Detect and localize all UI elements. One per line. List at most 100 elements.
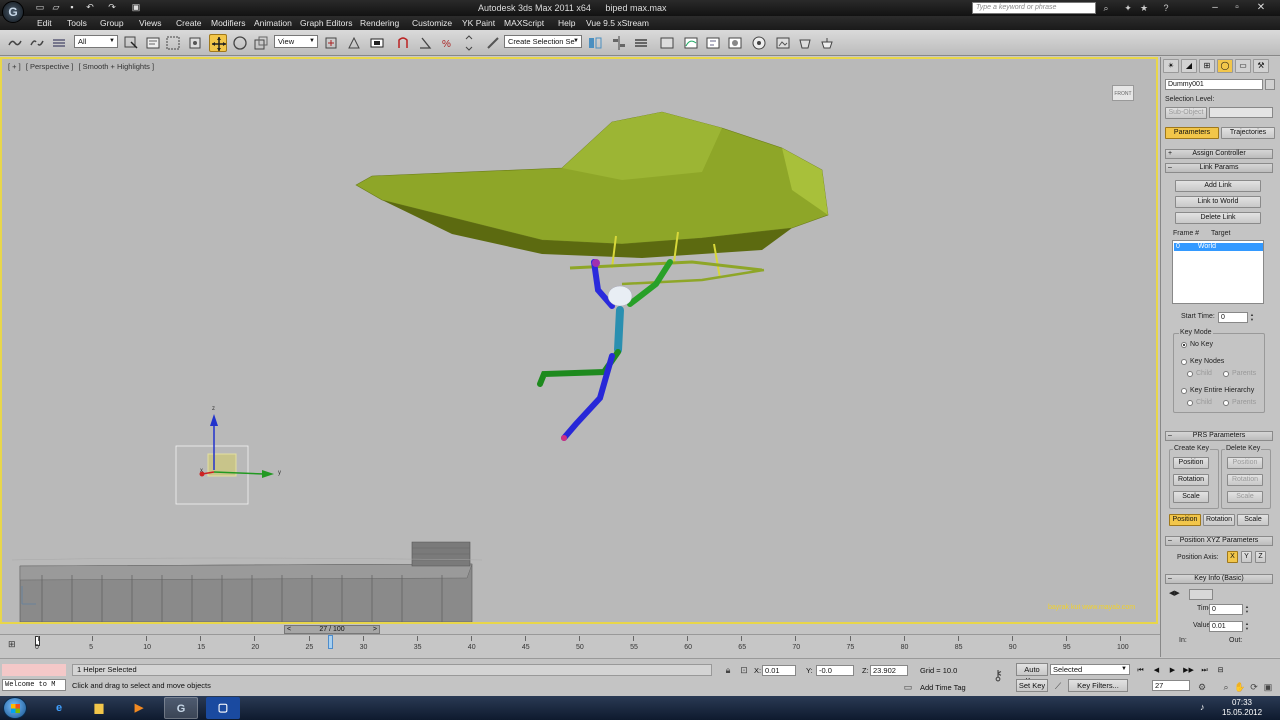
- menu-customize[interactable]: Customize: [412, 18, 452, 28]
- key-number-field[interactable]: [1189, 589, 1213, 600]
- start-time-spinner[interactable]: ▲ ▼: [1249, 312, 1255, 323]
- select-and-link-icon[interactable]: [6, 34, 24, 52]
- key-time-spinner[interactable]: ▲ ▼: [1244, 604, 1250, 615]
- perspective-viewport[interactable]: z y x [ + ] [ Perspective ] [ Smooth + H…: [0, 57, 1158, 624]
- create-rotation-key-button[interactable]: Rotation: [1173, 474, 1209, 486]
- key-nodes-radio[interactable]: [1181, 359, 1187, 365]
- menu-animation[interactable]: Animation: [254, 18, 292, 28]
- menu-group[interactable]: Group: [100, 18, 124, 28]
- key-hierarchy-parents-radio[interactable]: [1223, 400, 1229, 406]
- mirror-icon[interactable]: [586, 34, 604, 52]
- menu-views[interactable]: Views: [139, 18, 162, 28]
- menu-modifiers[interactable]: Modifiers: [211, 18, 245, 28]
- key-nodes-child-radio[interactable]: [1187, 371, 1193, 377]
- save-file-icon[interactable]: ▪: [66, 2, 78, 13]
- select-and-scale-icon[interactable]: [252, 34, 270, 52]
- link-to-world-button[interactable]: Link to World: [1175, 196, 1261, 208]
- key-hierarchy-child-radio[interactable]: [1187, 400, 1193, 406]
- viewport-label[interactable]: [ + ] [ Perspective ] [ Smooth + Highlig…: [8, 62, 157, 71]
- current-frame-field[interactable]: 27: [1152, 680, 1190, 691]
- add-time-tag-button[interactable]: Add Time Tag: [920, 683, 966, 692]
- set-key-button[interactable]: Set Key: [1016, 679, 1048, 692]
- pan-icon[interactable]: ✋: [1234, 681, 1246, 693]
- unlink-selection-icon[interactable]: [28, 34, 46, 52]
- viewport-menu-plus[interactable]: [ + ]: [8, 62, 21, 71]
- start-time-field[interactable]: 0: [1218, 312, 1248, 323]
- track-bar[interactable]: ⊞ 0 5 10 15 20 25 30 35 40 45 50 55 60 65 70 75 80 85 90 95…: [0, 634, 1160, 658]
- layer-manager-icon[interactable]: [632, 34, 650, 52]
- trajectories-tab[interactable]: Trajectories: [1221, 127, 1275, 139]
- keyboard-shortcut-override-icon[interactable]: [368, 34, 386, 52]
- render-production-icon[interactable]: [796, 34, 814, 52]
- communication-center-icon[interactable]: ✦: [1122, 2, 1134, 14]
- bind-to-space-warp-icon[interactable]: [50, 34, 68, 52]
- utilities-tab-icon[interactable]: ⚒: [1253, 59, 1269, 73]
- z-coord-field[interactable]: 23.902: [870, 665, 908, 676]
- key-mode-toggle-icon[interactable]: ⊟: [1214, 665, 1227, 676]
- key-time-field[interactable]: 0: [1209, 604, 1243, 615]
- edit-named-selection-icon[interactable]: [484, 34, 502, 52]
- wall-mesh[interactable]: [11, 541, 483, 622]
- app-logo-icon[interactable]: G: [2, 1, 24, 23]
- open-file-icon[interactable]: ▱: [50, 2, 62, 13]
- select-object-icon[interactable]: [122, 34, 140, 52]
- use-pivot-center-icon[interactable]: [322, 34, 340, 52]
- viewport-menu-pov[interactable]: [ Perspective ]: [26, 62, 74, 71]
- modify-tab-icon[interactable]: ◢: [1181, 59, 1197, 73]
- select-by-name-icon[interactable]: [144, 34, 162, 52]
- help-icon[interactable]: ?: [1160, 2, 1172, 14]
- helicopter-mesh[interactable]: [355, 111, 829, 286]
- select-and-rotate-icon[interactable]: [231, 34, 249, 52]
- key-hierarchy-radio[interactable]: [1181, 388, 1187, 394]
- menu-help[interactable]: Help: [558, 18, 575, 28]
- no-key-radio[interactable]: [1181, 342, 1187, 348]
- time-slider-thumb[interactable]: < 27 / 100 >: [284, 625, 380, 634]
- position-xyz-rollout[interactable]: – Position XYZ Parameters: [1165, 536, 1273, 546]
- menu-yk-paint[interactable]: YK Paint: [462, 18, 495, 28]
- menu-vue-xstream[interactable]: Vue 9.5 xStream: [586, 18, 649, 28]
- object-name-field[interactable]: Dummy001: [1165, 79, 1263, 90]
- rendered-frame-window-icon[interactable]: [774, 34, 792, 52]
- internet-explorer-icon[interactable]: e: [42, 697, 76, 719]
- project-folder-icon[interactable]: ▣: [130, 2, 142, 13]
- object-color-swatch[interactable]: [1265, 79, 1275, 90]
- x-coord-field[interactable]: 0.01: [762, 665, 796, 676]
- delete-position-key-button[interactable]: Position: [1227, 457, 1263, 469]
- y-coord-field[interactable]: -0.0: [816, 665, 854, 676]
- dummy-helper[interactable]: z y x: [175, 406, 281, 505]
- prev-next-key-arrows-icon[interactable]: ◀▶: [1169, 589, 1180, 597]
- select-and-manipulate-icon[interactable]: [345, 34, 363, 52]
- previous-frame-icon[interactable]: ◀: [1150, 665, 1163, 676]
- menu-graph-editors[interactable]: Graph Editors: [300, 18, 352, 28]
- link-list[interactable]: 0 World: [1172, 240, 1264, 304]
- sub-object-dropdown[interactable]: [1209, 107, 1273, 118]
- go-to-start-icon[interactable]: ⏮: [1134, 665, 1147, 676]
- time-cursor[interactable]: [328, 635, 334, 649]
- key-selection-dropdown[interactable]: Selected ▼: [1050, 664, 1130, 675]
- key-value-spinner[interactable]: ▲ ▼: [1244, 621, 1250, 632]
- reference-coordinate-dropdown[interactable]: View ▼: [274, 35, 318, 48]
- set-keys-icon[interactable]: ⟋: [1052, 680, 1064, 692]
- hierarchy-tab-icon[interactable]: ⊞: [1199, 59, 1215, 73]
- next-frame-icon[interactable]: >: [373, 626, 377, 633]
- graphite-modeling-tools-icon[interactable]: [658, 34, 676, 52]
- rectangular-selection-icon[interactable]: [164, 34, 182, 52]
- time-slider[interactable]: < 27 / 100 >: [0, 624, 1160, 634]
- delete-rotation-key-button[interactable]: Rotation: [1227, 474, 1263, 486]
- absolute-mode-icon[interactable]: ⊡: [738, 664, 750, 676]
- snaps-toggle-icon[interactable]: [394, 34, 412, 52]
- select-and-move-icon[interactable]: [209, 34, 227, 52]
- zoom-icon[interactable]: ⌕: [1220, 681, 1232, 693]
- parameters-tab[interactable]: Parameters: [1165, 127, 1219, 139]
- motion-tab-icon[interactable]: ◯: [1217, 59, 1233, 73]
- sub-object-button[interactable]: Sub-Object: [1165, 107, 1207, 119]
- next-frame-icon[interactable]: ▶▶: [1182, 665, 1195, 676]
- axis-z-button[interactable]: Z: [1255, 551, 1266, 563]
- menu-edit[interactable]: Edit: [37, 18, 52, 28]
- prs-parameters-rollout[interactable]: – PRS Parameters: [1165, 431, 1273, 441]
- maxscript-listener-output[interactable]: [2, 664, 66, 676]
- menu-create[interactable]: Create: [176, 18, 202, 28]
- viewcube[interactable]: FRONT: [1112, 85, 1134, 101]
- create-position-key-button[interactable]: Position: [1173, 457, 1209, 469]
- assign-controller-rollout[interactable]: + Assign Controller: [1165, 149, 1273, 159]
